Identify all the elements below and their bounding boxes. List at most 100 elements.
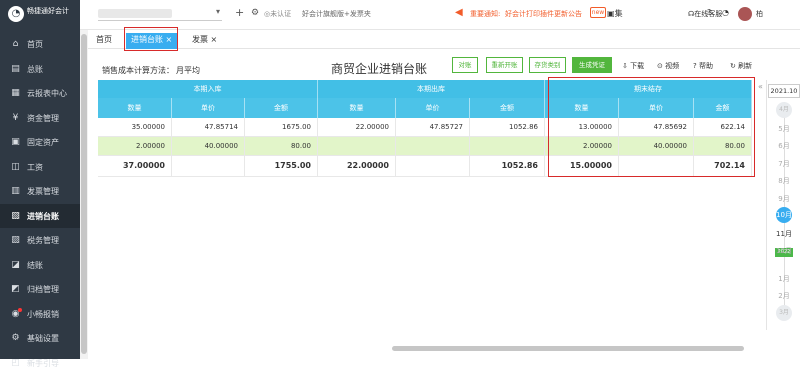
sidebar-item-label: 首页 — [27, 39, 43, 50]
download-button[interactable]: ⇩ 下载 — [622, 61, 644, 71]
timeline-month-label: 11月 — [776, 230, 792, 238]
refresh-button[interactable]: ↻ 刷新 — [730, 61, 752, 71]
check-button[interactable]: 对账 — [452, 57, 478, 73]
table-cell — [396, 156, 470, 177]
help-button[interactable]: ? 帮助 — [693, 61, 713, 71]
ending-balance-highlight-box — [548, 77, 755, 177]
tab-invoice[interactable]: 发票 × — [192, 33, 217, 49]
table-cell: 1052.86 — [470, 118, 545, 137]
sidebar-item-5[interactable]: ◫工资 — [0, 155, 80, 180]
sidebar-item-3[interactable]: ¥资金管理 — [0, 106, 80, 131]
top-bar: ◔ 畅捷通好会计 ▾ + ⚙ ◎未认证 好会计旗舰版+发票夹 ◀ 重要通知: 好… — [0, 0, 800, 30]
timeline-month[interactable]: 7月 — [767, 159, 800, 169]
year-selector[interactable]: 2021.10 — [768, 84, 800, 98]
sidebar-item-label: 税务管理 — [27, 235, 59, 246]
avatar[interactable] — [738, 7, 752, 21]
certification-status[interactable]: ◎未认证 — [264, 9, 291, 19]
sidebar-item-0[interactable]: ⌂ 首页 — [0, 32, 80, 57]
sidebar-item-6[interactable]: ▥发票管理 — [0, 179, 80, 204]
table-cell: 22.00000 — [318, 156, 396, 177]
column-header-cell[interactable]: 金额 — [245, 98, 318, 118]
sidebar-scrollbar[interactable] — [80, 30, 88, 359]
company-selector[interactable]: ▾ — [98, 7, 222, 21]
sidebar-item-icon: ⚙ — [10, 333, 21, 344]
table-cell — [396, 137, 470, 156]
generate-voucher-button[interactable]: 生成凭证 — [572, 57, 612, 73]
category-button[interactable]: 存货类别 — [529, 57, 566, 73]
horizontal-scrollbar[interactable] — [392, 346, 744, 351]
sidebar-item-10[interactable]: ◩归档管理 — [0, 277, 80, 302]
table-cell: 22.00000 — [318, 118, 396, 137]
settings-icon[interactable]: ⚙ — [251, 8, 259, 18]
column-header-cell[interactable]: 金额 — [470, 98, 545, 118]
table-cell: 40.00000 — [172, 137, 245, 156]
timeline-month-label: 10月 — [776, 207, 792, 223]
sidebar-item-icon: ◫ — [10, 162, 21, 173]
table-cell: 47.85714 — [172, 118, 245, 137]
reopen-button[interactable]: 重新开账 — [486, 57, 523, 73]
timeline-month[interactable]: 10月 — [767, 207, 800, 223]
sidebar-item-label: 基础设置 — [27, 333, 59, 344]
timeline-month[interactable]: 1月 — [767, 274, 800, 284]
sidebar-item-8[interactable]: ▨税务管理 — [0, 228, 80, 253]
table-cell: 1755.00 — [245, 156, 318, 177]
timeline-month[interactable]: 5月 — [767, 124, 800, 134]
sidebar-item-label: 发票管理 — [27, 186, 59, 197]
notice-link[interactable]: 好会计打印插件更新公告 — [505, 9, 582, 19]
online-service-link[interactable]: ☊在线客服 — [688, 9, 722, 19]
table-cell: 80.00 — [245, 137, 318, 156]
help-icon[interactable]: ? — [707, 8, 711, 17]
download-icon: ⇩ — [622, 62, 628, 70]
sidebar-item-label: 归档管理 — [27, 284, 59, 295]
timeline-month[interactable]: 8月 — [767, 176, 800, 186]
sidebar-item-12[interactable]: ⚙ 基础设置 — [0, 326, 80, 351]
new-badge: new — [590, 7, 606, 18]
cost-method-label: 销售成本计算方法： — [102, 65, 174, 76]
sidebar-item-7[interactable]: ▧进销台账 — [0, 204, 80, 229]
sidebar-item-label: 固定资产 — [27, 137, 59, 148]
timeline-month[interactable]: 9月 — [767, 194, 800, 204]
table-cell: 1675.00 — [245, 118, 318, 137]
sidebar-item-icon: ⌂ — [10, 39, 21, 50]
scrollbar-thumb[interactable] — [81, 34, 87, 354]
add-icon[interactable]: + — [235, 6, 244, 19]
timeline-month[interactable]: 2月 — [767, 291, 800, 301]
timeline-month[interactable]: 6月 — [767, 141, 800, 151]
sidebar-item-11[interactable]: ◉小畅报销 — [0, 302, 80, 327]
sidebar-item-label: 结账 — [27, 260, 43, 271]
column-header-cell[interactable]: 单价 — [172, 98, 245, 118]
column-header-cell[interactable]: 数量 — [98, 98, 172, 118]
sidebar-item-13[interactable]: ◰新手引导 — [0, 351, 80, 375]
group-header-cell: 本期入库 — [98, 80, 318, 98]
sidebar-item-icon: ▤ — [10, 64, 21, 75]
sidebar-item-2[interactable]: ▦云报表中心 — [0, 81, 80, 106]
close-icon[interactable]: × — [211, 35, 218, 44]
table-cell — [318, 137, 396, 156]
timeline-month-label: 2月 — [778, 292, 789, 300]
table-cell: 37.00000 — [98, 156, 172, 177]
timeline-month-label: 5月 — [778, 125, 789, 133]
video-button[interactable]: ⊙ 视频 — [657, 61, 679, 71]
app-logo[interactable]: ◔ 畅捷通好会计 — [0, 0, 80, 30]
group-header-cell: 本期出库 — [318, 80, 545, 98]
timeline-month-label: 12月 — [776, 247, 792, 255]
column-header-cell[interactable]: 数量 — [318, 98, 396, 118]
timeline-month[interactable]: 11月 — [767, 229, 800, 239]
timeline-month-label: 6月 — [778, 142, 789, 150]
cost-method-value: 月平均 — [176, 65, 200, 76]
tab-bar: 首页 首页进销台账 × 发票 × — [88, 30, 800, 49]
timeline-month-disabled: 3月 — [776, 305, 792, 321]
sidebar-item-1[interactable]: ▤总账 — [0, 57, 80, 82]
timeline-month[interactable]: 12月 — [767, 246, 800, 256]
message-icon[interactable]: ◔ — [722, 8, 729, 17]
user-name[interactable]: 柏 — [756, 9, 763, 19]
tab-home[interactable]: 首页 — [96, 33, 112, 49]
column-header-cell[interactable]: 单价 — [396, 98, 470, 118]
sidebar-item-9[interactable]: ◪结账 — [0, 253, 80, 278]
collapse-icon[interactable]: « — [758, 82, 763, 91]
sidebar-item-4[interactable]: ▣固定资产 — [0, 130, 80, 155]
promo-link[interactable]: 好会计旗舰版+发票夹 — [302, 9, 371, 19]
video-icon: ⊙ — [657, 62, 663, 70]
gift-icon[interactable]: ▣集 — [607, 8, 623, 19]
timeline-month-disabled: 4月 — [776, 102, 792, 118]
